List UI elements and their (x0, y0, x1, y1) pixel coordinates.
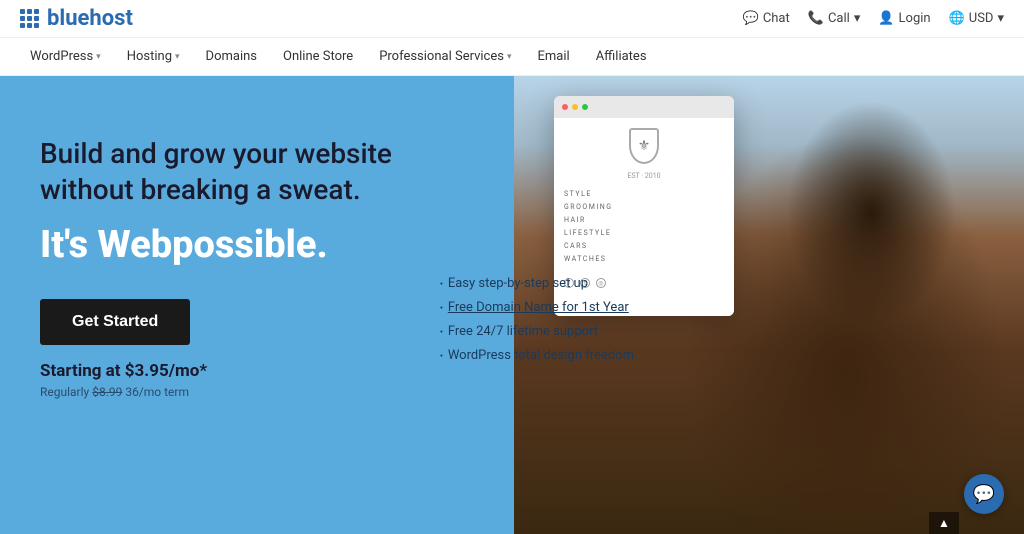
chat-bubble-icon: 💬 (973, 484, 995, 505)
live-chat-bubble[interactable]: 💬 (964, 474, 1004, 514)
mock-nav-style: STYLE (564, 190, 724, 198)
logo-grid-icon (20, 9, 39, 28)
mock-nav-cars: CARS (564, 242, 724, 250)
feature-text-3: Free 24/7 lifetime support (448, 324, 598, 339)
pricing-main: Starting at $3.95/mo* (40, 361, 420, 381)
mock-nav-lifestyle: LIFESTYLE (564, 229, 724, 237)
nav-item-email[interactable]: Email (528, 43, 580, 70)
site-nav-mock: STYLE GROOMING HAIR LIFESTYLE CARS WATCH… (564, 190, 724, 263)
browser-maximize-dot (582, 104, 588, 110)
login-button[interactable]: 👤 Login (878, 11, 930, 26)
browser-bar (554, 96, 734, 118)
nav-item-online-store[interactable]: Online Store (273, 43, 363, 70)
nav-item-hosting[interactable]: Hosting ▾ (117, 43, 190, 70)
chat-icon: 💬 (743, 11, 759, 26)
nav-label-professional-services: Professional Services (379, 49, 504, 64)
user-icon: 👤 (878, 11, 894, 26)
chat-button[interactable]: 💬 Chat (743, 11, 790, 26)
call-button[interactable]: 📞 Call ▾ (808, 11, 861, 26)
hero-content: Build and grow your website without brea… (40, 136, 420, 399)
logo-text: bluehost (47, 6, 133, 31)
top-bar: bluehost 💬 Chat 📞 Call ▾ 👤 Login 🌐 USD ▾ (0, 0, 1024, 38)
hero-section: ⚜ EST · 2010 STYLE GROOMING HAIR LIFESTY… (0, 76, 1024, 534)
feature-item-2: Free Domain Name for 1st Year (439, 300, 634, 318)
main-nav: WordPress ▾ Hosting ▾ Domains Online Sto… (0, 38, 1024, 76)
shield-logo-icon: ⚜ (629, 128, 659, 164)
phone-icon: 📞 (808, 11, 824, 26)
hero-headline: It's Webpossible. (40, 225, 420, 267)
feature-item-3: Free 24/7 lifetime support (439, 324, 634, 342)
feature-text-4: WordPress total design freedom (448, 348, 634, 363)
pricing-sub: Regularly $8.99 36/mo term (40, 385, 420, 399)
get-started-button[interactable]: Get Started (40, 299, 190, 345)
nav-label-affiliates: Affiliates (596, 49, 647, 64)
browser-minimize-dot (572, 104, 578, 110)
login-label: Login (899, 11, 931, 26)
nav-label-hosting: Hosting (127, 49, 172, 64)
wordpress-dropdown-arrow: ▾ (96, 52, 101, 62)
nav-label-wordpress: WordPress (30, 49, 93, 64)
mock-nav-grooming: GROOMING (564, 203, 724, 211)
feature-text-2: Free Domain Name for 1st Year (448, 300, 629, 315)
chat-label: Chat (763, 11, 790, 26)
nav-item-affiliates[interactable]: Affiliates (586, 43, 657, 70)
logo-area[interactable]: bluehost (20, 6, 133, 31)
features-list: Easy step-by-step set up Free Domain Nam… (439, 276, 634, 372)
call-arrow: ▾ (854, 11, 861, 26)
globe-icon: 🌐 (949, 11, 965, 26)
feature-text-1: Easy step-by-step set up (448, 276, 588, 291)
nav-item-wordpress[interactable]: WordPress ▾ (20, 43, 111, 70)
feature-item-4: WordPress total design freedom (439, 348, 634, 366)
currency-arrow: ▾ (997, 11, 1004, 26)
currency-label: USD (969, 11, 994, 26)
mock-nav-hair: HAIR (564, 216, 724, 224)
hero-tagline: Build and grow your website without brea… (40, 136, 420, 209)
nav-item-professional-services[interactable]: Professional Services ▾ (369, 43, 521, 70)
site-logo-mock: ⚜ (564, 128, 724, 164)
pro-services-dropdown-arrow: ▾ (507, 52, 512, 62)
currency-selector[interactable]: 🌐 USD ▾ (949, 11, 1004, 26)
scroll-to-top-button[interactable]: ▲ (929, 512, 959, 534)
top-right-actions: 💬 Chat 📞 Call ▾ 👤 Login 🌐 USD ▾ (743, 11, 1004, 26)
nav-label-domains: Domains (206, 49, 257, 64)
nav-label-email: Email (538, 49, 570, 64)
mock-nav-watches: WATCHES (564, 255, 724, 263)
hosting-dropdown-arrow: ▾ (175, 52, 180, 62)
chevron-up-icon: ▲ (938, 516, 950, 530)
site-name-mock: EST · 2010 (564, 172, 724, 180)
pricing-original: $8.99 (92, 385, 122, 399)
nav-label-online-store: Online Store (283, 49, 353, 64)
call-label: Call (828, 11, 850, 26)
pricing-sub-prefix: Regularly (40, 385, 92, 399)
browser-close-dot (562, 104, 568, 110)
feature-item-1: Easy step-by-step set up (439, 276, 634, 294)
pricing-term: 36/mo term (122, 385, 189, 399)
nav-item-domains[interactable]: Domains (196, 43, 267, 70)
